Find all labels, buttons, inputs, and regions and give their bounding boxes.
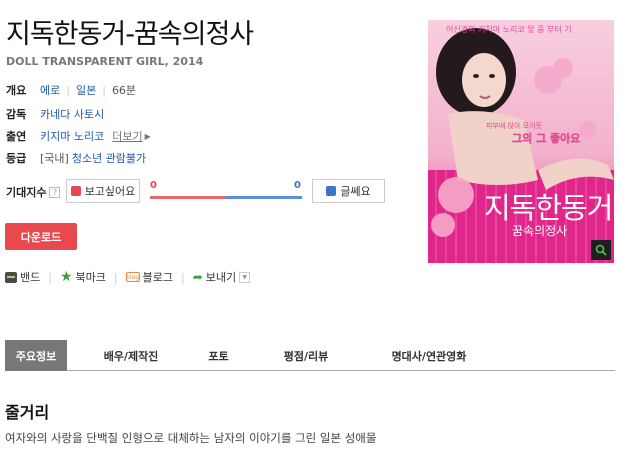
send-icon: ➦ <box>192 270 203 284</box>
tab-reviews[interactable]: 평점/리뷰 <box>242 340 370 371</box>
no-count: 0 <box>294 180 301 191</box>
more-cast-link[interactable]: 더보기 <box>112 128 142 144</box>
tab-quotes-related[interactable]: 명대사/연관영화 <box>370 340 488 371</box>
plot-text: 여자와의 사랑을 단백질 인형으로 대체하는 남자의 이야기를 그린 일본 성애… <box>5 431 377 445</box>
rating-region: [국내] <box>40 152 69 165</box>
want-count: 0 <box>150 180 157 191</box>
rating-label: 등급 <box>6 152 27 165</box>
expectation-gauge <box>150 196 302 199</box>
chevron-down-icon[interactable]: ▼ <box>239 271 251 283</box>
expect-label-wrap: 기대지수 ? <box>6 184 61 200</box>
share-blog[interactable]: blog 블로그 <box>125 269 173 285</box>
star-icon: ★ <box>59 268 73 285</box>
divider: | <box>48 270 52 284</box>
movie-poster[interactable]: 어신경의 키처마 노리코 앞 중 부터 기 피부에 앉아 모이듯 그의 그 좋아… <box>428 20 614 263</box>
gauge-want-fill <box>150 196 226 199</box>
blog-icon: blog <box>125 272 140 282</box>
share-bookmark[interactable]: ★ 북마크 <box>60 269 106 285</box>
runtime: 66분 <box>111 84 137 97</box>
want-to-see-label: 보고싶어요 <box>84 185 136 198</box>
country-link[interactable]: 일본 <box>76 82 96 98</box>
not-sure-button[interactable]: 글쎄요 <box>312 179 385 203</box>
movie-subtitle: DOLL TRANSPARENT GIRL, 2014 <box>6 55 204 68</box>
share-bar: 밴드 | ★ 북마크 | blog 블로그 | ➦ 보내기 ▼ <box>5 269 251 285</box>
expect-label: 기대지수 <box>6 186 47 199</box>
divider: | <box>113 270 118 284</box>
want-to-see-button[interactable]: 보고싶어요 <box>66 179 140 203</box>
overview-row: 개요 에로 | 일본 | 66분 <box>6 82 136 98</box>
genre-link[interactable]: 에로 <box>40 82 60 98</box>
poster-title-art: 지독한동거 <box>484 191 612 225</box>
tab-main-info[interactable]: 주요정보 <box>5 340 67 371</box>
cast-link[interactable]: 키지마 노리코 <box>40 128 104 144</box>
tab-bar: 주요정보 배우/제작진 포토 평점/리뷰 명대사/연관영화 <box>5 340 615 371</box>
poster-speech-line2: 그의 그 좋아요 <box>512 131 580 145</box>
divider: | <box>102 83 106 97</box>
chevron-right-icon: ▶ <box>144 131 151 141</box>
thumbs-down-icon <box>326 186 337 196</box>
magnifier-icon <box>595 244 607 256</box>
not-sure-label: 글쎄요 <box>340 185 371 198</box>
share-bookmark-label: 북마크 <box>75 271 106 284</box>
download-button[interactable]: 다운로드 <box>5 223 77 250</box>
cast-label: 출연 <box>6 130 27 143</box>
director-link[interactable]: 카네다 사토시 <box>40 106 104 122</box>
director-row: 감독 카네다 사토시 <box>6 106 104 122</box>
gauge-no-fill <box>226 196 302 199</box>
director-label: 감독 <box>6 108 27 121</box>
divider: | <box>66 83 70 97</box>
cast-row: 출연 키지마 노리코 더보기 ▶ <box>6 128 151 144</box>
share-send-label: 보내기 <box>205 271 237 284</box>
share-blog-label: 블로그 <box>142 271 173 284</box>
poster-speech-line1: 피부에 앉아 모이듯 <box>486 121 543 130</box>
thumbs-up-icon <box>70 186 81 196</box>
share-send[interactable]: ➦ 보내기 ▼ <box>192 269 251 285</box>
poster-subtitle-art: 꿈속의정사 <box>512 224 567 238</box>
question-icon[interactable]: ? <box>49 186 61 198</box>
tab-cast-crew[interactable]: 배우/제작진 <box>67 340 195 371</box>
rating-link[interactable]: 청소년 관람불가 <box>72 150 146 166</box>
overview-label: 개요 <box>6 84 27 97</box>
poster-art: 어신경의 키처마 노리코 앞 중 부터 기 피부에 앉아 모이듯 그의 그 좋아… <box>428 20 614 263</box>
rating-row: 등급 [국내] 청소년 관람불가 <box>6 150 146 166</box>
share-band[interactable]: 밴드 <box>5 269 40 285</box>
band-icon <box>5 271 17 283</box>
share-band-label: 밴드 <box>20 271 41 284</box>
poster-top-text: 어신경의 키처마 노리코 앞 중 부터 기 <box>446 24 572 34</box>
tab-photos[interactable]: 포토 <box>195 340 242 371</box>
zoom-button[interactable] <box>591 240 611 260</box>
divider: | <box>181 270 185 284</box>
movie-title: 지독한동거-꿈속의정사 <box>6 19 254 50</box>
plot-heading: 줄거리 <box>5 403 50 422</box>
